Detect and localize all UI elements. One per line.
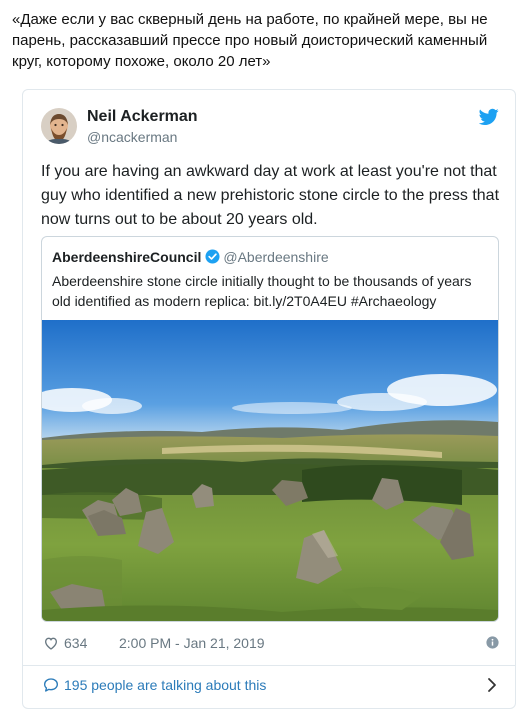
conversation-label[interactable]: 195 people are talking about this	[64, 677, 266, 693]
chevron-right-icon[interactable]	[487, 677, 497, 693]
stone-circle-photo[interactable]	[42, 320, 498, 621]
post-caption: «Даже если у вас скверный день на работе…	[12, 11, 488, 70]
quoted-author-handle[interactable]: @Aberdeenshire	[223, 249, 328, 265]
verified-badge-icon	[205, 249, 220, 264]
quoted-tweet[interactable]: AberdeenshireCouncil @Aberdeenshire Aber…	[41, 236, 499, 622]
quoted-tweet-text: Aberdeenshire stone circle initially tho…	[52, 273, 472, 309]
info-icon[interactable]	[486, 636, 499, 649]
twitter-bird-icon[interactable]	[479, 108, 499, 126]
like-count[interactable]: 634	[64, 635, 87, 651]
avatar[interactable]	[41, 108, 77, 144]
quoted-tweet-header: AberdeenshireCouncil @Aberdeenshire	[52, 249, 329, 265]
divider	[23, 665, 515, 666]
tweet-meta: 634 2:00 PM - Jan 21, 2019	[43, 633, 499, 653]
quoted-author-name[interactable]: AberdeenshireCouncil	[52, 249, 201, 265]
author-handle[interactable]: @ncackerman	[87, 129, 177, 145]
tweet-text: If you are having an awkward day at work…	[41, 163, 500, 228]
embedded-tweet[interactable]: Neil Ackerman @ncackerman If you are hav…	[22, 89, 516, 709]
author-name[interactable]: Neil Ackerman	[87, 108, 198, 126]
speech-bubble-icon	[44, 678, 58, 692]
heart-icon[interactable]	[43, 635, 59, 651]
timestamp[interactable]: 2:00 PM - Jan 21, 2019	[119, 635, 265, 651]
conversation-link[interactable]: 195 people are talking about this	[43, 675, 499, 695]
